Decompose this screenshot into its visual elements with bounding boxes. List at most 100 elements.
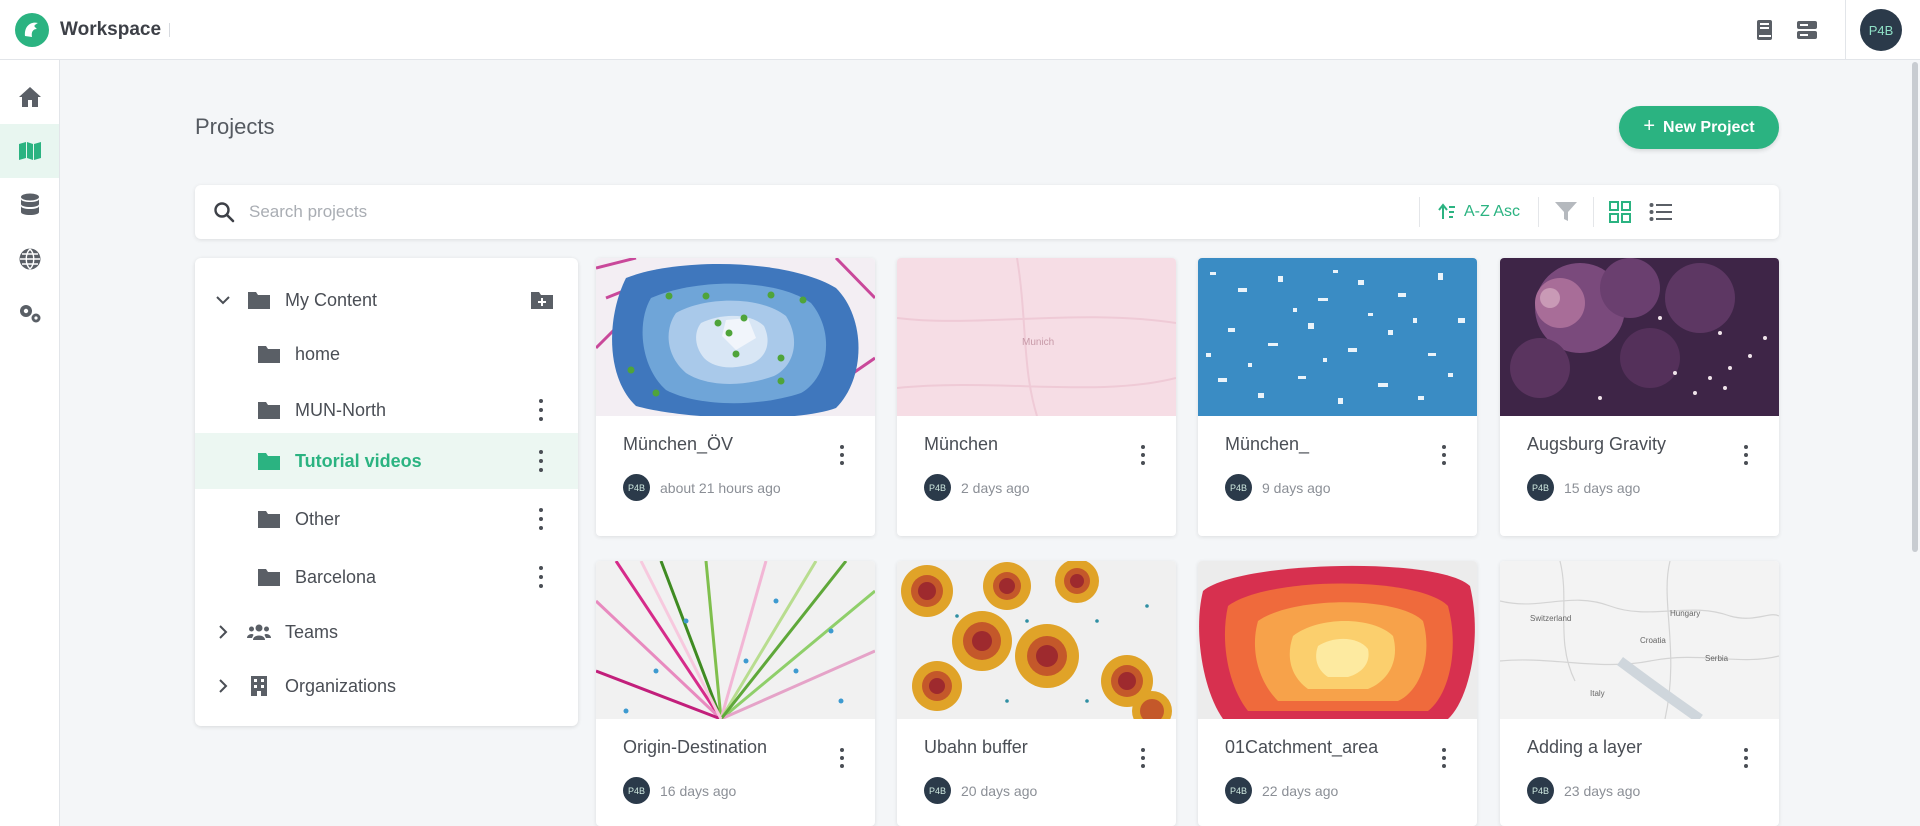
owner-avatar: P4B — [1527, 777, 1554, 804]
gears-icon — [19, 305, 40, 323]
folder-icon — [258, 346, 280, 363]
map-label-croatia: Croatia — [1640, 636, 1666, 645]
tree-item-organizations[interactable]: Organizations — [195, 658, 578, 714]
project-card[interactable]: Origin-Destination P4B 16 days ago — [596, 561, 875, 826]
project-card[interactable]: Hungary Switzerland Croatia Serbia Italy… — [1500, 561, 1779, 826]
sidebar-nav — [0, 60, 60, 826]
more-options-icon[interactable] — [1441, 748, 1447, 768]
more-options-icon[interactable] — [1140, 748, 1146, 768]
owner-avatar: P4B — [1225, 474, 1252, 501]
project-thumbnail: Munich — [897, 258, 1176, 416]
new-project-button[interactable]: + New Project — [1619, 106, 1779, 149]
more-options-icon[interactable] — [538, 566, 544, 588]
project-thumbnail — [897, 561, 1176, 719]
server-icon[interactable] — [1795, 18, 1819, 42]
more-options-icon[interactable] — [1140, 445, 1146, 465]
sort-icon — [1438, 203, 1455, 219]
filter-button[interactable] — [1539, 201, 1593, 223]
updated-time: about 21 hours ago — [660, 479, 781, 496]
book-icon[interactable] — [1753, 18, 1777, 42]
project-card[interactable]: 01Catchment_area P4B 22 days ago — [1198, 561, 1477, 826]
building-icon — [251, 676, 267, 696]
grid-view-icon — [1609, 201, 1632, 223]
map-label-italy: Italy — [1590, 689, 1605, 698]
sidebar-item-catalog[interactable] — [0, 232, 59, 286]
tree-folder-tutorial-videos[interactable]: Tutorial videos — [195, 433, 578, 489]
project-title: München_ — [1225, 434, 1310, 454]
owner-avatar: P4B — [623, 777, 650, 804]
folder-icon — [248, 292, 270, 309]
folder-tree: My Content home MUN-North Tutorial video… — [195, 258, 578, 726]
folder-label: Tutorial videos — [295, 450, 422, 471]
owner-avatar: P4B — [924, 777, 951, 804]
project-title: München — [924, 434, 999, 454]
project-card[interactable]: München_ P4B 9 days ago — [1198, 258, 1477, 536]
grid-view-button[interactable] — [1594, 201, 1646, 223]
project-card[interactable]: Ubahn buffer P4B 20 days ago — [897, 561, 1176, 826]
more-options-icon[interactable] — [1743, 445, 1749, 465]
tree-item-my-content[interactable]: My Content — [195, 272, 578, 328]
map-label-hungary: Hungary — [1670, 609, 1700, 618]
folder-icon — [258, 402, 280, 419]
top-bar-divider — [1845, 0, 1846, 60]
project-card[interactable]: Augsburg Gravity P4B 15 days ago — [1500, 258, 1779, 536]
more-options-icon[interactable] — [538, 450, 544, 472]
search-toolbar: A-Z Asc — [195, 185, 1779, 239]
list-view-button[interactable] — [1646, 202, 1688, 222]
project-title: 01Catchment_area — [1225, 737, 1379, 757]
more-options-icon[interactable] — [1441, 445, 1447, 465]
owner-avatar: P4B — [1527, 474, 1554, 501]
project-thumbnail — [596, 561, 875, 719]
page-title: Projects — [195, 114, 275, 139]
sidebar-item-home[interactable] — [0, 70, 59, 124]
database-icon — [20, 193, 39, 215]
map-label-munich: Munich — [1022, 337, 1054, 348]
tree-item-teams[interactable]: Teams — [195, 604, 578, 660]
chevron-right-icon[interactable] — [218, 678, 228, 694]
tree-folder-barcelona[interactable]: Barcelona — [195, 549, 578, 605]
project-title: Adding a layer — [1527, 737, 1643, 757]
add-folder-icon[interactable] — [530, 290, 554, 310]
home-icon — [18, 87, 41, 107]
project-title: München_ÖV — [623, 434, 734, 454]
sidebar-item-datasets[interactable] — [0, 178, 59, 232]
chevron-right-icon[interactable] — [218, 624, 228, 640]
more-options-icon[interactable] — [538, 508, 544, 530]
project-card[interactable]: München_ÖV P4B about 21 hours ago — [596, 258, 875, 536]
top-bar: Workspace P4B — [0, 0, 1920, 60]
teams-label: Teams — [285, 621, 339, 642]
tree-folder-home[interactable]: home — [195, 326, 578, 382]
folder-label: MUN-North — [295, 399, 387, 420]
more-options-icon[interactable] — [538, 399, 544, 421]
search-icon — [214, 202, 235, 223]
title-divider — [169, 22, 171, 37]
project-title: Ubahn buffer — [924, 737, 1028, 757]
updated-time: 23 days ago — [1564, 782, 1641, 799]
project-thumbnail — [596, 258, 875, 416]
folder-icon — [258, 511, 280, 528]
folder-icon — [258, 453, 280, 470]
globe-icon — [19, 248, 40, 270]
sort-button[interactable]: A-Z Asc — [1420, 203, 1538, 221]
tree-folder-other[interactable]: Other — [195, 491, 578, 547]
user-avatar[interactable]: P4B — [1860, 9, 1902, 51]
sort-label: A-Z Asc — [1464, 203, 1521, 220]
more-options-icon[interactable] — [1743, 748, 1749, 768]
more-options-icon[interactable] — [839, 445, 845, 465]
updated-time: 2 days ago — [961, 479, 1030, 496]
folder-label: Other — [295, 508, 341, 529]
more-options-icon[interactable] — [839, 748, 845, 768]
project-card[interactable]: Munich München P4B 2 days ago — [897, 258, 1176, 536]
tree-folder-mun-north[interactable]: MUN-North — [195, 382, 578, 438]
page-scrollbar[interactable] — [1912, 62, 1918, 552]
list-view-icon — [1649, 203, 1673, 221]
sidebar-item-projects[interactable] — [0, 124, 59, 178]
search-input[interactable] — [249, 202, 1419, 222]
filter-icon — [1555, 202, 1578, 221]
app-title: Workspace — [60, 18, 162, 40]
goat-logo-icon[interactable] — [14, 12, 50, 48]
updated-time: 9 days ago — [1262, 479, 1331, 496]
sidebar-item-settings[interactable] — [0, 286, 59, 340]
chevron-down-icon[interactable] — [215, 295, 231, 305]
owner-avatar: P4B — [924, 474, 951, 501]
